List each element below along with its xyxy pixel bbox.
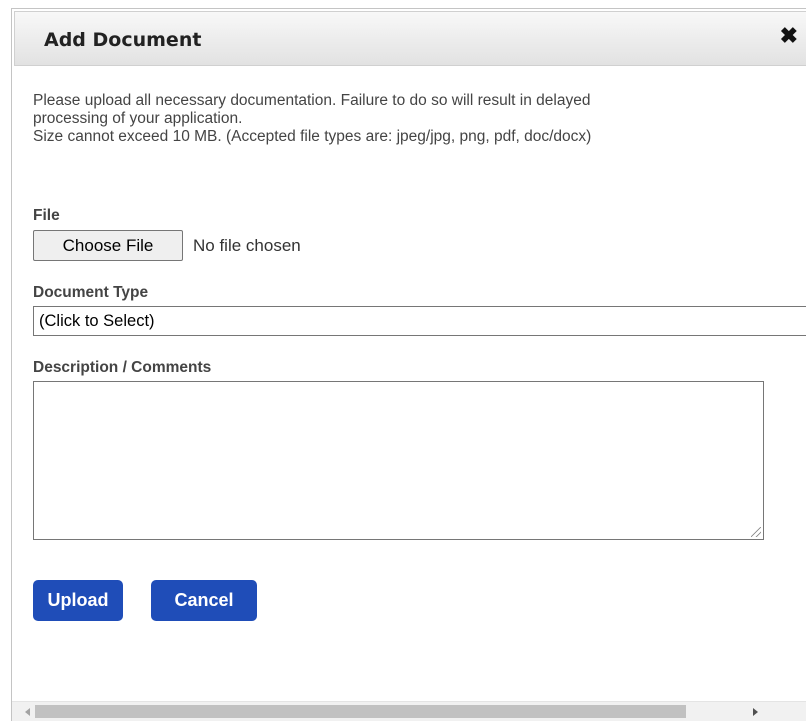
instructions-line-1: Please upload all necessary documentatio… [33,92,591,109]
close-icon[interactable]: ✖ [780,25,798,47]
dialog-titlebar: Add Document ✖ [14,11,806,66]
file-status: No file chosen [193,236,301,255]
resize-grip-icon[interactable] [751,527,761,537]
scroll-right-icon[interactable] [753,708,758,716]
choose-file-button[interactable]: Choose File [33,230,183,261]
add-document-dialog: Add Document ✖ Please upload all necessa… [11,8,806,721]
file-label: File [33,207,60,224]
upload-instructions: Please upload all necessary documentatio… [33,92,806,146]
dialog-title: Add Document [44,29,202,51]
document-type-select[interactable]: (Click to Select) [33,306,806,336]
cancel-button[interactable]: Cancel [151,580,257,621]
scroll-left-icon[interactable] [25,708,30,716]
description-value [34,382,763,388]
description-textarea[interactable] [33,381,764,540]
instructions-line-3: Size cannot exceed 10 MB. (Accepted file… [33,128,592,145]
scrollbar-thumb[interactable] [35,705,686,718]
horizontal-scrollbar[interactable] [12,701,806,721]
description-label: Description / Comments [33,359,212,376]
document-type-label: Document Type [33,284,149,301]
dialog-content: Please upload all necessary documentatio… [12,66,806,701]
instructions-line-2: processing of your application. [33,110,243,127]
upload-button[interactable]: Upload [33,580,123,621]
